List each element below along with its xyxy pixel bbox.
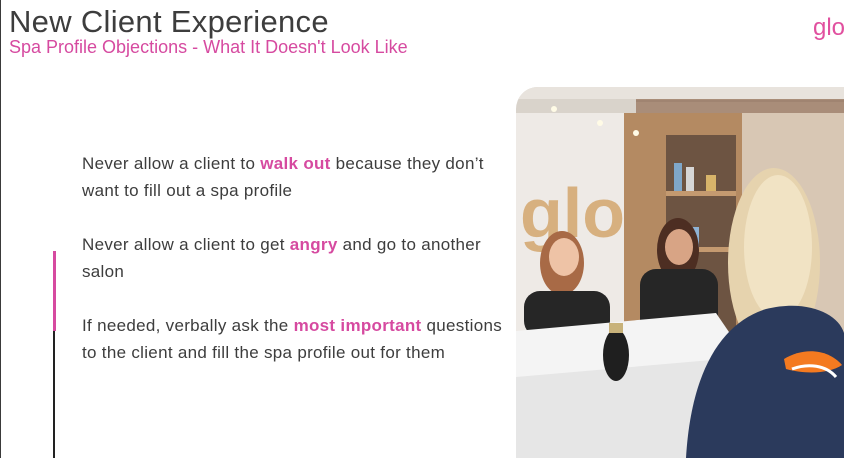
bullet-highlight: most important: [293, 316, 422, 335]
bullet-text: If needed, verbally ask the: [82, 316, 294, 335]
bullet-point-2: Never allow a client to get angry and go…: [82, 231, 502, 285]
slide-subtitle: Spa Profile Objections - What It Doesn't…: [9, 37, 408, 57]
bullet-point-1: Never allow a client to walk out because…: [82, 150, 502, 204]
bullet-text: Never allow a client to get: [82, 235, 290, 254]
slide-left-border: [0, 0, 1, 458]
salon-reception-photo: glo: [516, 87, 844, 458]
accent-bar-pink: [53, 251, 56, 331]
bullet-point-3: If needed, verbally ask the most importa…: [82, 312, 502, 366]
bullet-text: Never allow a client to: [82, 154, 261, 173]
slide-title: New Client Experience: [9, 4, 329, 39]
glo-logo: glo: [813, 14, 844, 41]
accent-bar-dark: [53, 331, 55, 458]
bullet-highlight: angry: [289, 235, 338, 254]
bullet-highlight: walk out: [260, 154, 331, 173]
